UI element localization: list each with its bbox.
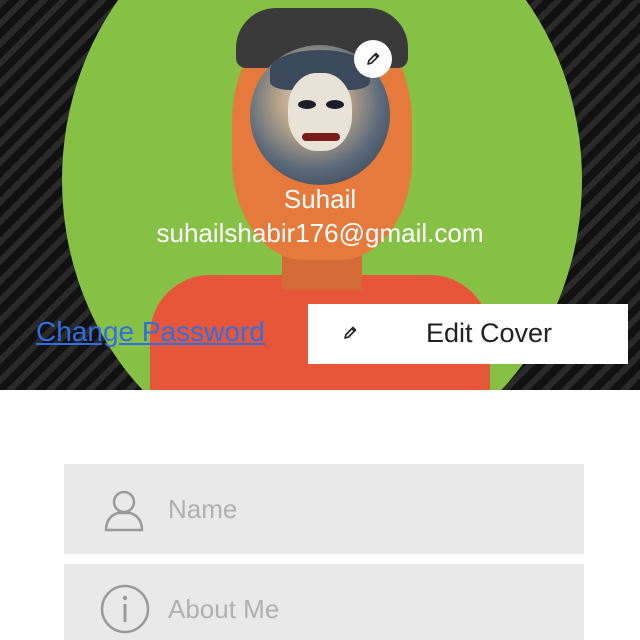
name-field [64, 464, 584, 554]
user-icon [104, 490, 144, 532]
edit-cover-button[interactable]: Edit Cover [308, 304, 628, 364]
about-me-field [64, 564, 584, 640]
info-icon [100, 584, 150, 634]
avatar-edit-button[interactable] [354, 40, 392, 78]
profile-email: suhailshabir176@gmail.com [156, 218, 484, 248]
about-me-input[interactable] [168, 564, 568, 640]
pencil-icon [367, 52, 380, 65]
name-input[interactable] [168, 464, 568, 554]
profile-name: Suhail [283, 184, 357, 214]
avatar-mouth [302, 133, 340, 141]
change-password-link[interactable]: Change Password [36, 316, 265, 348]
pencil-icon [344, 326, 357, 339]
avatar-right-eye [326, 100, 344, 109]
edit-cover-label: Edit Cover [426, 318, 553, 348]
avatar-left-eye [298, 100, 316, 109]
